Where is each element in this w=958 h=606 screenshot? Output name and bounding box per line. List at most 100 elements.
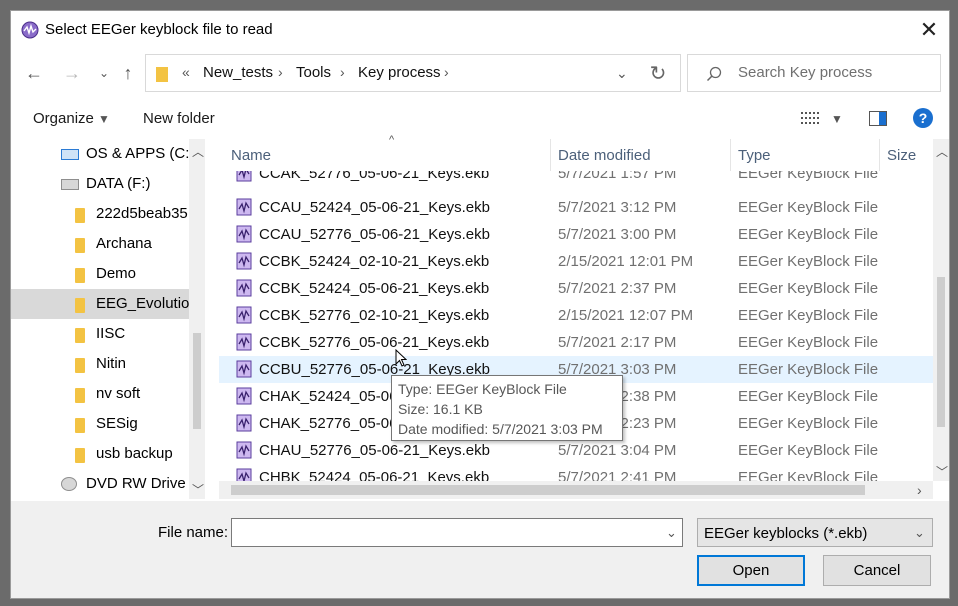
file-row[interactable]: CCBK_52424_05-06-21_Keys.ekb 5/7/2021 2:… bbox=[219, 275, 933, 302]
folder-icon bbox=[75, 448, 85, 463]
ekb-file-icon bbox=[236, 387, 252, 405]
scroll-down-icon[interactable]: ﹀ bbox=[936, 463, 948, 480]
column-header-date[interactable]: Date modified bbox=[558, 147, 651, 164]
tree-item-label: SESig bbox=[96, 415, 138, 432]
title-bar[interactable]: Select EEGer keyblock file to read ✕ bbox=[11, 11, 949, 49]
refresh-button[interactable]: ↻ bbox=[641, 57, 675, 89]
file-list-hscrollbar[interactable]: › bbox=[219, 481, 933, 499]
cancel-button[interactable]: Cancel bbox=[823, 555, 931, 586]
dialog-footer bbox=[11, 501, 949, 598]
tree-item-os-apps[interactable]: OS & APPS (C:) bbox=[11, 139, 195, 169]
new-folder-button[interactable]: New folder bbox=[143, 110, 215, 127]
column-divider[interactable] bbox=[730, 139, 731, 171]
scroll-thumb[interactable] bbox=[937, 277, 945, 427]
tree-item-label: Demo bbox=[96, 265, 137, 282]
file-row[interactable]: CCBK_52776_02-10-21_Keys.ekb 2/15/2021 1… bbox=[219, 302, 933, 329]
file-date: 5/7/2021 1:57 PM bbox=[558, 171, 677, 182]
back-button[interactable]: ← bbox=[21, 60, 47, 86]
tree-item-label: OS & APPS (C:) bbox=[86, 145, 195, 162]
scroll-right-icon[interactable]: › bbox=[917, 482, 922, 498]
breadcrumb-item-new-tests[interactable]: New_tests bbox=[203, 64, 273, 81]
tree-item-label: DVD RW Drive bbox=[86, 475, 186, 492]
file-date: 2/15/2021 12:01 PM bbox=[558, 253, 694, 270]
ekb-file-icon bbox=[236, 333, 252, 351]
ekb-file-icon bbox=[236, 198, 252, 216]
view-options-icon[interactable] bbox=[801, 111, 819, 125]
tree-item-folder[interactable]: nv soft bbox=[11, 379, 191, 409]
sort-ascending-icon: ^ bbox=[389, 134, 395, 146]
file-list-vscrollbar[interactable]: ︿ ﹀ bbox=[933, 139, 949, 481]
column-divider[interactable] bbox=[879, 139, 880, 171]
file-name-label: File name: bbox=[158, 524, 229, 541]
arrow-up-icon: ↑ bbox=[123, 63, 133, 83]
search-box[interactable]: Search Key process bbox=[687, 54, 941, 92]
tree-item-folder[interactable]: 222d5beab35 bbox=[11, 199, 191, 229]
scroll-down-icon[interactable]: ﹀ bbox=[192, 481, 204, 498]
address-dropdown-chevron-icon[interactable]: ⌄ bbox=[616, 65, 628, 82]
file-row[interactable]: CCBK_52776_05-06-21_Keys.ekb 5/7/2021 2:… bbox=[219, 329, 933, 356]
folder-icon bbox=[75, 328, 85, 343]
scroll-thumb[interactable] bbox=[193, 333, 201, 429]
navigation-scrollbar[interactable]: ︿ ﹀ bbox=[189, 139, 205, 499]
column-header-size[interactable]: Size bbox=[887, 147, 916, 164]
file-name-dropdown-icon[interactable]: ⌄ bbox=[666, 525, 677, 541]
up-button[interactable]: ↑ bbox=[115, 60, 141, 86]
recent-locations-button[interactable]: ⌄ bbox=[91, 60, 117, 86]
file-row[interactable]: CHAU_52776_05-06-21_Keys.ekb 5/7/2021 3:… bbox=[219, 437, 933, 464]
file-row[interactable]: CHBK_52424_05-06-21_Keys.ekb 5/7/2021 2:… bbox=[219, 464, 933, 481]
help-button[interactable]: ? bbox=[913, 108, 933, 128]
file-name: CCAU_52776_05-06-21_Keys.ekb bbox=[259, 226, 490, 243]
breadcrumb-overflow[interactable]: « bbox=[182, 64, 190, 80]
folder-icon bbox=[75, 418, 85, 433]
column-header-type[interactable]: Type bbox=[738, 147, 771, 164]
file-name: CCAK_52776_05-06-21_Keys.ekb bbox=[259, 171, 490, 182]
tree-item-dvd[interactable]: DVD RW Drive bbox=[11, 469, 191, 499]
file-row[interactable]: CCAU_52776_05-06-21_Keys.ekb 5/7/2021 3:… bbox=[219, 221, 933, 248]
file-name: CCAU_52424_05-06-21_Keys.ekb bbox=[259, 199, 490, 216]
file-type: EEGer KeyBlock File bbox=[738, 171, 879, 182]
tree-item-label: DATA (F:) bbox=[86, 175, 151, 192]
tree-item-folder[interactable]: Archana bbox=[11, 229, 191, 259]
close-button[interactable]: ✕ bbox=[909, 13, 949, 47]
open-button[interactable]: Open bbox=[697, 555, 805, 586]
tree-item-label: 222d5beab35 bbox=[96, 205, 188, 222]
preview-pane-icon[interactable] bbox=[869, 111, 887, 126]
chevron-right-icon[interactable]: › bbox=[340, 64, 345, 80]
chevron-right-icon[interactable]: › bbox=[278, 64, 283, 80]
column-header-name[interactable]: Name bbox=[231, 147, 271, 164]
ekb-file-icon bbox=[236, 306, 252, 324]
file-row[interactable]: CCAU_52424_05-06-21_Keys.ekb 5/7/2021 3:… bbox=[219, 194, 933, 221]
file-date: 5/7/2021 2:37 PM bbox=[558, 280, 677, 297]
organize-button[interactable]: Organize ▼ bbox=[33, 110, 110, 127]
file-type-filter-select[interactable]: EEGer keyblocks (*.ekb) ⌄ bbox=[697, 518, 933, 547]
file-row[interactable]: CCBK_52424_02-10-21_Keys.ekb 2/15/2021 1… bbox=[219, 248, 933, 275]
file-open-dialog: Select EEGer keyblock file to read ✕ ← →… bbox=[10, 10, 950, 599]
ekb-file-icon bbox=[236, 252, 252, 270]
file-row[interactable]: CCAK_52776_05-06-21_Keys.ekb 5/7/2021 1:… bbox=[219, 171, 933, 187]
tree-item-folder[interactable]: SESig bbox=[11, 409, 191, 439]
scroll-thumb[interactable] bbox=[231, 485, 865, 495]
tree-item-folder[interactable]: IISC bbox=[11, 319, 191, 349]
scroll-up-icon[interactable]: ︿ bbox=[192, 143, 204, 160]
folder-icon bbox=[75, 358, 85, 373]
arrow-left-icon: ← bbox=[25, 63, 43, 83]
dvd-icon bbox=[61, 477, 77, 491]
organize-label: Organize bbox=[33, 110, 94, 127]
address-bar[interactable]: « New_tests › Tools › Key process › ⌄ bbox=[145, 54, 681, 92]
breadcrumb-item-tools[interactable]: Tools bbox=[296, 64, 331, 81]
scroll-up-icon[interactable]: ︿ bbox=[936, 143, 948, 160]
tree-item-folder-selected[interactable]: EEG_Evolution bbox=[11, 289, 198, 319]
search-icon bbox=[706, 66, 722, 82]
tree-item-data-f[interactable]: DATA (F:) bbox=[11, 169, 191, 199]
forward-button[interactable]: → bbox=[59, 60, 85, 86]
chevron-right-icon[interactable]: › bbox=[444, 64, 449, 80]
tree-item-folder[interactable]: Nitin bbox=[11, 349, 191, 379]
tree-item-folder[interactable]: usb backup bbox=[11, 439, 191, 469]
search-placeholder: Search Key process bbox=[738, 64, 873, 81]
column-divider[interactable] bbox=[550, 139, 551, 171]
tree-item-folder[interactable]: Demo bbox=[11, 259, 191, 289]
view-dropdown-caret-icon[interactable]: ▼ bbox=[831, 112, 843, 126]
file-date: 5/7/2021 2:41 PM bbox=[558, 469, 677, 481]
file-name-input[interactable]: ⌄ bbox=[231, 518, 683, 547]
breadcrumb-item-key-process[interactable]: Key process bbox=[358, 64, 441, 81]
